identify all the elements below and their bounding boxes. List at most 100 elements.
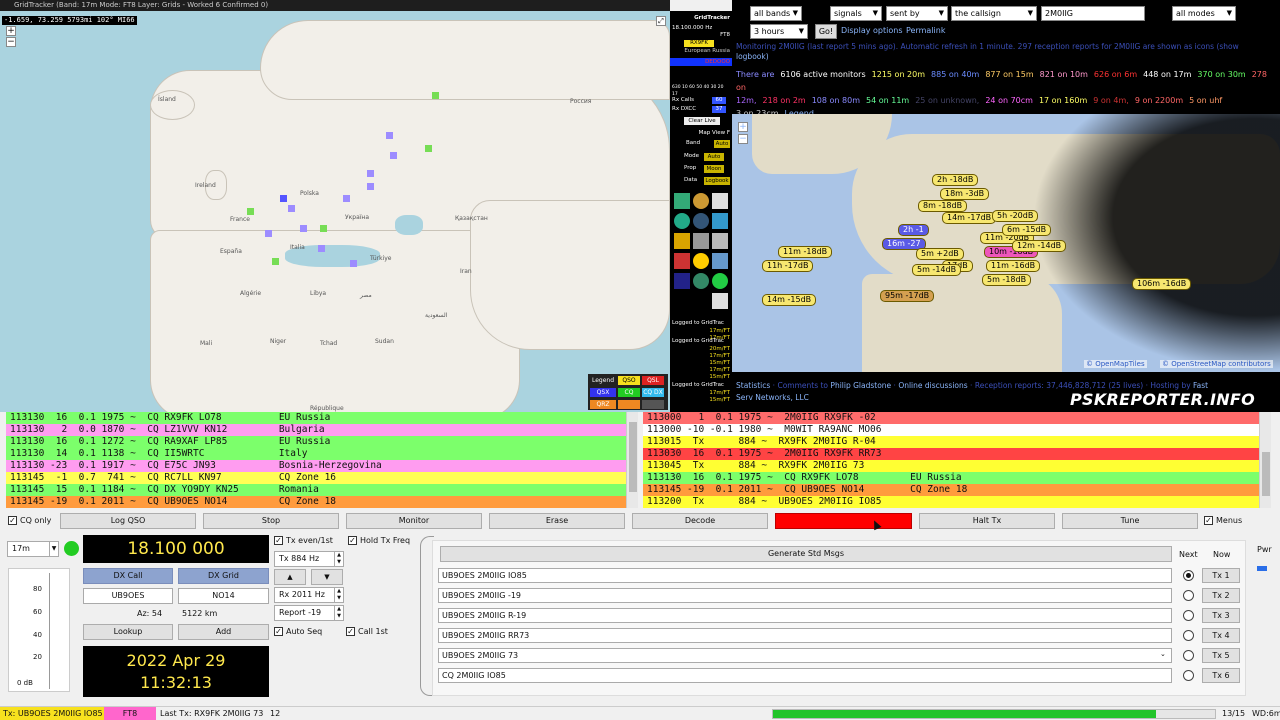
globe-icon[interactable] — [693, 213, 709, 229]
report-bubble[interactable]: 5m +2dB — [916, 248, 964, 260]
display-options-link[interactable]: Display options — [841, 26, 903, 35]
gridtracker-map[interactable]: Ísland Россия Ireland France Polska Укра… — [0, 0, 670, 412]
report-bubble[interactable]: 8m -18dB — [918, 200, 968, 212]
tx-now-button[interactable]: Tx 1 — [1202, 568, 1240, 583]
decode-row[interactable]: 113145 -19 0.1 2011 ~ CQ UB9OES NO14 CQ … — [6, 496, 638, 508]
report-bubble[interactable]: 106m -16dB — [1132, 278, 1192, 290]
rx-frequency-scrollbar[interactable] — [1259, 412, 1271, 508]
prop-select[interactable]: Moon — [704, 165, 724, 173]
report-bubble[interactable]: 14m -17dB — [942, 212, 997, 224]
decode-row[interactable]: 113130 16 0.1 1975 ~ CQ RX9FK LO78 EU Ru… — [6, 412, 638, 424]
scrollbar-thumb[interactable] — [1262, 452, 1270, 496]
tx-now-button[interactable]: Tx 5 — [1202, 648, 1240, 663]
author-link[interactable]: Philip Gladstone — [830, 381, 891, 390]
callsign-input[interactable]: 2M0IIG — [1041, 6, 1145, 21]
band-activity-pane[interactable]: 113130 16 0.1 1975 ~ CQ RX9FK LO78 EU Ru… — [6, 412, 638, 508]
decode-row[interactable]: 113145 -1 0.7 741 ~ CQ RC7LL KN97 CQ Zon… — [6, 472, 638, 484]
monitor-button[interactable]: Monitor — [346, 513, 482, 529]
decode-row[interactable]: 113145 -19 0.1 2011 ~ CQ UB9OES NO14 CQ … — [643, 484, 1271, 496]
stop-button[interactable]: Stop — [203, 513, 339, 529]
tool-icon[interactable] — [712, 193, 728, 209]
spin-arrows-icon[interactable]: ▲ ▼ — [334, 588, 343, 602]
auto-seq-checkbox[interactable]: ✓ Auto Seq — [274, 626, 322, 638]
decode-row[interactable]: 113130 2 0.0 1870 ~ CQ LZ1VVV KN12 Bulga… — [6, 424, 638, 436]
attribution-osm[interactable]: © OpenStreetMap contributors — [1160, 360, 1273, 368]
tx-frequency-spinbox[interactable]: Tx 884 Hz ▲ ▼ — [274, 551, 344, 567]
halt-tx-button[interactable]: Halt Tx — [919, 513, 1055, 529]
tx-now-button[interactable]: Tx 2 — [1202, 588, 1240, 603]
statistics-link[interactable]: Statistics — [736, 381, 770, 390]
menus-checkbox[interactable]: ✓ Menus — [1204, 515, 1242, 527]
report-bubble[interactable]: 11m -16dB — [986, 260, 1041, 272]
decode-row[interactable]: 113030 16 0.1 1975 ~ 2M0IIG RX9FK RR73 — [643, 448, 1271, 460]
discussions-link[interactable]: Online discussions — [898, 381, 967, 390]
dx-call-button[interactable]: DX Call — [83, 568, 173, 584]
tx-message-field[interactable]: CQ 2M0IIG IO85 — [438, 668, 1172, 683]
next-radio[interactable] — [1183, 630, 1194, 641]
report-bubble[interactable]: 95m -17dB — [880, 290, 935, 302]
power-slider-handle[interactable] — [1257, 566, 1267, 571]
fastserv-link-2[interactable]: Serv Networks, LLC — [736, 393, 809, 402]
tool-icon[interactable] — [712, 233, 728, 249]
tool-icon[interactable] — [712, 273, 728, 289]
tool-icon[interactable] — [693, 193, 709, 209]
chat-icon[interactable] — [712, 293, 728, 309]
next-radio[interactable] — [1183, 650, 1194, 661]
report-bubble[interactable]: 5m -18dB — [982, 274, 1032, 286]
tool-icon[interactable] — [674, 193, 690, 209]
report-bubble[interactable]: 11h -17dB — [762, 260, 814, 272]
hold-tx-checkbox[interactable]: ✓ Hold Tx Freq — [348, 535, 410, 547]
callsign-type-select[interactable]: the callsign ▼ — [951, 6, 1037, 21]
tx-now-button[interactable]: Tx 4 — [1202, 628, 1240, 643]
tx-message-field[interactable]: UB9OES 2M0IIG -19 — [438, 588, 1172, 603]
modes-select[interactable]: all modes ▼ — [1172, 6, 1236, 21]
band-select[interactable]: Auto — [714, 140, 730, 148]
cq-only-checkbox[interactable]: ✓ CQ only — [8, 515, 51, 527]
dx-grid-button[interactable]: DX Grid — [178, 568, 269, 584]
tx-now-button[interactable]: Tx 6 — [1202, 668, 1240, 683]
band-select[interactable]: 17m ▼ — [7, 541, 59, 557]
decode-row[interactable]: 113000 1 0.1 1975 ~ 2M0IIG RX9FK -02 — [643, 412, 1271, 424]
next-radio[interactable] — [1183, 570, 1194, 581]
decode-row[interactable]: 113130 16 0.1 1272 ~ CQ RA9XAF LP85 EU R… — [6, 436, 638, 448]
call-first-checkbox[interactable]: ✓ Call 1st — [346, 626, 388, 638]
sun-icon[interactable] — [693, 253, 709, 269]
tx-even-checkbox[interactable]: ✓ Tx even/1st — [274, 535, 333, 547]
report-spinbox[interactable]: Report -19 ▲ ▼ — [274, 605, 344, 621]
tx-down-button[interactable]: ▼ — [311, 569, 343, 585]
mode-select[interactable]: Auto — [704, 153, 724, 161]
rx-frequency-spinbox[interactable]: Rx 2011 Hz ▲ ▼ — [274, 587, 344, 603]
rx-frequency-pane[interactable]: 113000 1 0.1 1975 ~ 2M0IIG RX9FK -02 1130… — [643, 412, 1271, 508]
decode-row[interactable]: 113130 -23 0.1 1917 ~ CQ E75C JN93 Bosni… — [6, 460, 638, 472]
permalink-link[interactable]: Permalink — [906, 26, 945, 35]
spin-arrows-icon[interactable]: ▲ ▼ — [334, 606, 343, 620]
tune-button[interactable]: Tune — [1062, 513, 1198, 529]
tx-message-field[interactable]: UB9OES 2M0IIG 73 — [438, 648, 1172, 663]
chevron-down-icon[interactable]: ⌄ — [1160, 650, 1166, 658]
tx-message-field[interactable]: UB9OES 2M0IIG R-19 — [438, 608, 1172, 623]
report-bubble[interactable]: 5h -20dB — [992, 210, 1039, 222]
next-radio[interactable] — [1183, 610, 1194, 621]
decode-row[interactable]: 113200 Tx 884 ~ UB9OES 2M0IIG IO85 — [643, 496, 1271, 508]
fastserv-link[interactable]: Fast — [1193, 381, 1208, 390]
report-bubble[interactable]: 12m -14dB — [1012, 240, 1067, 252]
tool-icon[interactable] — [712, 213, 728, 229]
tool-icon[interactable] — [693, 273, 709, 289]
lookup-button[interactable]: Lookup — [83, 624, 173, 640]
psk-zoom-out-button[interactable]: − — [738, 134, 748, 144]
tool-icon[interactable] — [674, 253, 690, 269]
erase-button[interactable]: Erase — [489, 513, 625, 529]
data-select[interactable]: Logbook — [704, 177, 730, 185]
decode-row[interactable]: 113130 14 0.1 1138 ~ CQ II5WRTC Italy — [6, 448, 638, 460]
logbook-link[interactable]: logbook) — [736, 52, 769, 61]
decode-row[interactable]: 113015 Tx 884 ~ RX9FK 2M0IIG R-04 — [643, 436, 1271, 448]
report-bubble[interactable]: 2h -18dB — [932, 174, 979, 186]
dx-grid-input[interactable]: NO14 — [178, 588, 269, 604]
report-bubble[interactable]: 2h -1 — [898, 224, 929, 236]
zoom-out-button[interactable]: − — [6, 37, 16, 47]
tx-message-field[interactable]: UB9OES 2M0IIG IO85 — [438, 568, 1172, 583]
report-bubble[interactable]: 11m -18dB — [778, 246, 833, 258]
scrollbar-thumb[interactable] — [629, 422, 637, 492]
report-bubble[interactable]: 18m -3dB — [940, 188, 990, 200]
band-activity-scrollbar[interactable] — [626, 412, 638, 508]
